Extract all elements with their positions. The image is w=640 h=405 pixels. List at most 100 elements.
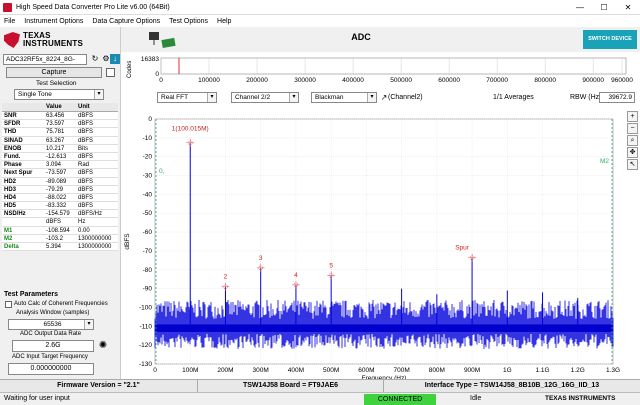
table-cell: dBFS xyxy=(78,121,94,128)
table-cell: THD xyxy=(4,129,17,136)
table-row: dBFS Hz xyxy=(2,218,118,227)
menu-data-capture-options[interactable]: Data Capture Options xyxy=(92,18,160,25)
table-cell: -89.089 xyxy=(46,178,67,185)
y-tick-label: -40 xyxy=(143,191,153,198)
y-tick-label: -30 xyxy=(143,173,153,180)
noise-floor-band xyxy=(155,324,613,332)
download-icon[interactable]: ↓ xyxy=(110,54,120,64)
output-rate-input[interactable]: 2.6G xyxy=(12,340,94,352)
table-cell: 63.267 xyxy=(46,137,65,144)
chevron-down-icon: ▾ xyxy=(207,93,216,102)
codes-plot-area xyxy=(160,57,627,75)
chevron-down-icon: ▾ xyxy=(289,93,298,102)
y-tick-label: 0 xyxy=(148,116,152,123)
harmonic-label: 4 xyxy=(294,272,298,279)
y-tick-label: -100 xyxy=(139,304,152,311)
menu-help[interactable]: Help xyxy=(217,18,231,25)
close-button[interactable]: ✕ xyxy=(616,0,640,15)
status-message: Waiting for user input xyxy=(4,395,70,402)
table-row: Next Spur -73.597 dBFS xyxy=(2,169,118,178)
analysis-window-label: Analysis Window (samples) xyxy=(16,310,90,316)
table-row: THD 75.781 dBFS xyxy=(2,128,118,137)
ti-logo: TEXAS INSTRUMENTS xyxy=(4,30,104,50)
analysis-window-dropdown[interactable]: 65536 ▾ xyxy=(8,319,94,330)
capture-checkbox[interactable] xyxy=(106,68,115,77)
window-value: Blackman xyxy=(315,94,344,101)
harmonic-label: 2 xyxy=(224,274,228,281)
codes-axis-label: Codes xyxy=(127,61,133,78)
table-row: HD5 -83.332 dBFS xyxy=(2,202,118,211)
table-cell: 10.217 xyxy=(46,145,65,152)
ti-bull-logo-icon xyxy=(4,32,20,48)
fft-type-dropdown[interactable]: Real FFT ▾ xyxy=(157,92,217,103)
app-window: High Speed Data Converter Pro Lite v6.00… xyxy=(0,0,640,405)
table-cell xyxy=(2,218,44,225)
minimize-button[interactable]: — xyxy=(568,0,592,15)
table-cell: -108.594 xyxy=(46,227,70,234)
codes-tick-label: 200000 xyxy=(246,77,268,84)
channel-dropdown[interactable]: Channel 2/2 ▾ xyxy=(231,92,299,103)
cursor-icon[interactable]: ↖ xyxy=(627,159,638,170)
zoom-icon[interactable]: ⌕ xyxy=(627,135,638,146)
table-cell: Delta xyxy=(4,244,19,250)
window-dropdown[interactable]: Blackman ▾ xyxy=(311,92,377,103)
output-rate-label: ADC Output Data Rate xyxy=(20,331,82,337)
menu-instrument-options[interactable]: Instrument Options xyxy=(24,18,83,25)
table-cell: 63.456 xyxy=(46,113,65,119)
coherent-freq-checkbox[interactable] xyxy=(5,301,12,308)
table-row: HD2 -89.089 dBFS xyxy=(2,177,118,186)
x-tick-label: 1.1G xyxy=(535,367,549,374)
switch-device-button[interactable]: SWITCH DEVICE xyxy=(583,30,637,49)
settings-gear-icon[interactable]: ✺ xyxy=(98,341,108,351)
channel-label: (Channel2) xyxy=(388,94,423,101)
marker-line-label: M2 xyxy=(600,158,609,165)
menu-file[interactable]: File xyxy=(4,18,15,25)
table-cell: Hz xyxy=(78,219,86,226)
table-cell: dBFS xyxy=(78,178,94,185)
table-cell: dBFS xyxy=(78,153,94,160)
codes-tick-label: 800000 xyxy=(534,77,556,84)
table-cell: -154.579 xyxy=(46,211,70,218)
y-tick-label: -20 xyxy=(143,154,153,161)
window-title: High Speed Data Converter Pro Lite v6.00… xyxy=(16,3,170,11)
idle-status: Idle xyxy=(470,395,482,402)
target-freq-input[interactable]: 0.000000000 xyxy=(8,363,94,375)
zoom-in-icon[interactable]: + xyxy=(627,111,638,122)
table-row: Delta 5.394 1300000000 xyxy=(2,243,118,252)
capture-button[interactable]: Capture xyxy=(6,67,102,78)
menu-test-options[interactable]: Test Options xyxy=(169,18,208,25)
table-cell: dBFS/Hz xyxy=(78,211,103,218)
pan-icon[interactable]: ✥ xyxy=(627,147,638,158)
table-row: ENOB 10.217 Bits xyxy=(2,144,118,153)
chevron-down-icon: ▾ xyxy=(367,93,376,102)
x-tick-label: 400M xyxy=(288,367,304,374)
codes-tick-label: 100000 xyxy=(198,77,220,84)
table-cell: dBFS xyxy=(46,219,62,226)
refresh-icon[interactable]: ↻ xyxy=(90,54,100,64)
table-cell: 73.597 xyxy=(46,121,65,128)
y-tick-label: -80 xyxy=(143,267,153,274)
firmware-version: Firmware Version = "2.1" xyxy=(0,380,198,392)
fft-control-bar: Real FFT ▾ Channel 2/2 ▾ Blackman ▾ ↗ (C… xyxy=(121,90,640,106)
target-freq-label: ADC Input Target Frequency xyxy=(12,354,88,360)
device-select[interactable]: ADC32RF5x_8224_8G- xyxy=(3,54,87,65)
title-bar: High Speed Data Converter Pro Lite v6.00… xyxy=(0,0,640,15)
zoom-out-icon[interactable]: − xyxy=(627,123,638,134)
x-tick-label: 600M xyxy=(358,367,374,374)
table-cell: dBFS xyxy=(78,170,94,177)
harmonic-label: 1(100.015M) xyxy=(172,126,209,133)
table-row: SNR 63.456 dBFS xyxy=(2,112,118,121)
analysis-window-value: 65536 xyxy=(43,321,62,328)
rbw-label: RBW (Hz) xyxy=(570,94,602,101)
y-tick-label: -70 xyxy=(143,248,153,255)
board-chip-icon xyxy=(149,32,176,48)
harmonic-label: 5 xyxy=(329,262,333,269)
maximize-button[interactable]: ☐ xyxy=(592,0,616,15)
table-cell: 75.781 xyxy=(46,129,65,136)
codes-tick-label: 0 xyxy=(159,77,163,84)
table-cell: 0.00 xyxy=(78,227,90,234)
x-tick-label: 1.2G xyxy=(571,367,585,374)
table-cell: dBFS xyxy=(78,186,94,193)
test-selection-dropdown[interactable]: Single Tone ▾ xyxy=(14,89,104,100)
harmonic-label: 3 xyxy=(259,255,263,262)
